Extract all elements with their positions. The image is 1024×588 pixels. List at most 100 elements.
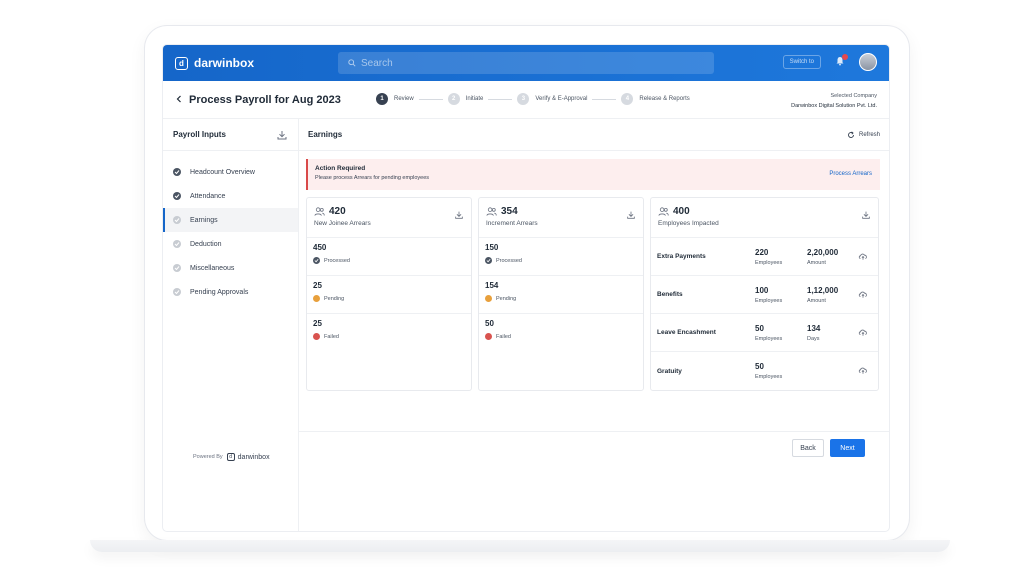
sidebar-item-miscellaneous[interactable]: Miscellaneous xyxy=(163,256,298,280)
step-label: Verify & E-Approval xyxy=(535,96,588,102)
progress-stepper: 1 Review 2 Initiate 3 Verify & E-Approva… xyxy=(376,93,690,105)
sidebar-item-pending-approvals[interactable]: Pending Approvals xyxy=(163,280,298,304)
cloud-upload-icon[interactable] xyxy=(858,327,868,337)
processed-check-icon xyxy=(313,257,320,264)
impact-label: Gratuity xyxy=(657,367,682,375)
search-input[interactable] xyxy=(361,57,661,69)
check-circle-icon xyxy=(173,264,181,272)
app-screen: d darwinbox Switch to Process Payroll fo… xyxy=(163,45,889,531)
brand-logo[interactable]: d darwinbox xyxy=(175,56,254,70)
card-header: 354 Increment Arrears xyxy=(479,198,643,238)
impact-label: Extra Payments xyxy=(657,253,706,260)
check-circle-icon xyxy=(173,240,181,248)
next-button[interactable]: Next xyxy=(830,439,865,457)
metric-status: Pending xyxy=(313,295,465,302)
metric-value: 50 xyxy=(485,319,494,328)
card-label: New Joinee Arrears xyxy=(314,220,371,227)
card-header: 400 Employees Impacted xyxy=(651,198,878,238)
search-bar[interactable] xyxy=(338,52,714,74)
metric-status-label: Pending xyxy=(324,295,345,302)
switch-pill-button[interactable]: Switch to xyxy=(782,55,821,69)
new-joinee-arrears-card: 420 New Joinee Arrears 450 Processed 25 xyxy=(306,197,472,391)
refresh-label: Refresh xyxy=(858,131,880,138)
step-label: Release & Reports xyxy=(639,96,690,102)
process-arrears-link[interactable]: Process Arrears xyxy=(829,171,872,177)
employees-unit: Employees xyxy=(755,297,783,304)
metric-status-label: Pending xyxy=(496,295,517,302)
refresh-icon xyxy=(848,130,854,138)
company-label: Selected Company xyxy=(830,93,877,99)
step-initiate[interactable]: 2 Initiate xyxy=(447,93,484,105)
panel-footer: Back Next xyxy=(299,431,889,471)
notification-button[interactable] xyxy=(835,53,848,69)
processed-metric: 150 Processed xyxy=(479,238,643,276)
metric-status-label: Processed xyxy=(324,257,350,264)
metric-value: 25 xyxy=(313,281,322,290)
company-name: Darwinbox Digital Solution Pvt. Ltd. xyxy=(791,103,877,109)
step-number: 4 xyxy=(621,93,634,105)
sidebar-item-label: Pending Approvals xyxy=(190,288,249,296)
metric-status-label: Processed xyxy=(496,257,522,264)
amount-value: 1,12,000 xyxy=(807,285,839,295)
pending-metric: 25 Pending xyxy=(307,276,471,314)
impact-label: Benefits xyxy=(657,291,683,298)
panel-title: Earnings xyxy=(308,130,343,139)
top-bar: d darwinbox Switch to xyxy=(163,45,889,81)
sidebar-item-deduction[interactable]: Deduction xyxy=(163,232,298,256)
days-column: 134 Days xyxy=(807,324,859,342)
people-icon xyxy=(486,207,497,216)
refresh-button[interactable]: Refresh xyxy=(847,130,880,139)
chevron-left-icon[interactable] xyxy=(175,94,183,106)
download-icon[interactable] xyxy=(626,210,636,220)
employees-unit: Employees xyxy=(755,374,783,380)
panel-header: Earnings Refresh xyxy=(299,119,889,151)
employees-unit: Employees xyxy=(755,335,783,342)
employees-unit: Employees xyxy=(755,259,783,266)
cloud-upload-icon[interactable] xyxy=(858,365,868,375)
impact-row-gratuity: Gratuity 50 Employees xyxy=(651,352,878,390)
metric-status-label: Failed xyxy=(324,333,339,340)
notification-dot xyxy=(842,53,848,60)
amount-column: 2,20,000 Amount xyxy=(807,248,859,266)
step-verify[interactable]: 3 Verify & E-Approval xyxy=(517,93,587,105)
step-connector xyxy=(592,98,617,100)
sidebar-item-earnings[interactable]: Earnings xyxy=(163,208,298,232)
back-button[interactable]: Back xyxy=(792,439,824,457)
step-label: Initiate xyxy=(465,96,484,102)
step-number: 1 xyxy=(376,93,388,105)
cloud-upload-icon[interactable] xyxy=(858,289,868,299)
employees-value: 100 xyxy=(755,285,769,295)
download-icon[interactable] xyxy=(454,210,464,220)
amount-column: 1,12,000 Amount xyxy=(807,286,859,304)
action-required-alert: Action Required Please process Arrears f… xyxy=(306,159,880,190)
step-label: Review xyxy=(394,96,414,102)
impact-row-leave-encashment: Leave Encashment 50 Employees 134 Days xyxy=(651,314,878,352)
days-value: 134 xyxy=(807,323,821,333)
metric-status: Processed xyxy=(485,257,637,264)
cloud-upload-icon[interactable] xyxy=(858,251,868,261)
brand-name: darwinbox xyxy=(194,56,255,70)
sidebar-item-attendance[interactable]: Attendance xyxy=(163,184,298,208)
check-circle-icon xyxy=(173,192,181,200)
step-number: 2 xyxy=(447,93,460,105)
step-release[interactable]: 4 Release & Reports xyxy=(621,93,690,105)
sidebar-item-label: Miscellaneous xyxy=(190,264,235,272)
metric-status: Failed xyxy=(485,333,637,340)
alert-title: Action Required xyxy=(315,165,366,172)
employees-column: 220 Employees xyxy=(755,248,807,266)
metric-value: 150 xyxy=(485,243,499,252)
failed-dot-icon xyxy=(485,333,492,340)
card-count-value: 400 xyxy=(673,206,690,217)
step-review[interactable]: 1 Review xyxy=(376,93,414,105)
download-icon[interactable] xyxy=(861,210,871,220)
employees-value: 50 xyxy=(755,323,764,333)
selected-company[interactable]: Selected Company Darwinbox Digital Solut… xyxy=(791,91,877,111)
user-avatar[interactable] xyxy=(859,53,877,71)
step-connector xyxy=(418,98,443,100)
step-number: 3 xyxy=(517,93,530,105)
sidebar-header: Payroll Inputs xyxy=(163,119,298,151)
download-icon[interactable] xyxy=(276,129,288,141)
failed-dot-icon xyxy=(313,333,320,340)
sidebar-item-headcount-overview[interactable]: Headcount Overview xyxy=(163,160,298,184)
card-count-value: 420 xyxy=(329,206,346,217)
